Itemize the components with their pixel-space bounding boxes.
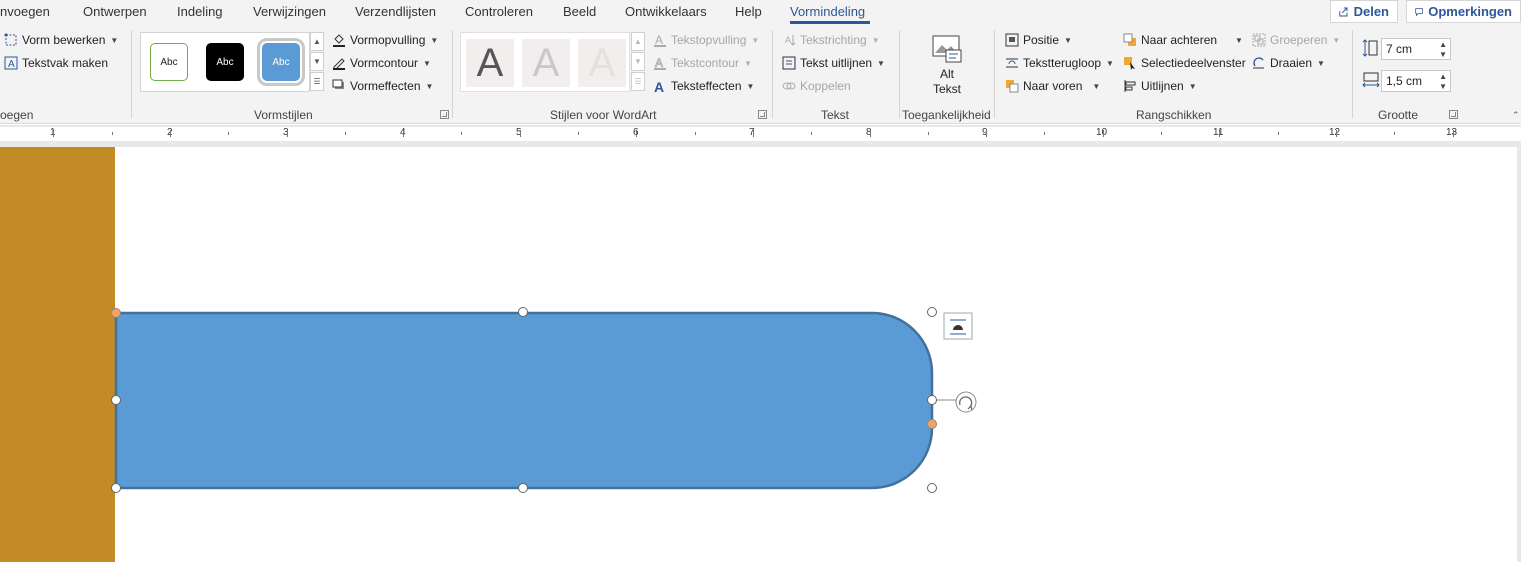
resize-handle bbox=[927, 483, 937, 493]
selected-shape[interactable] bbox=[0, 0, 1521, 562]
resize-handle bbox=[111, 308, 121, 318]
rounded-rectangle-shape bbox=[114, 311, 934, 490]
resize-handle bbox=[111, 483, 121, 493]
layout-options-icon bbox=[943, 312, 973, 340]
resize-handle bbox=[111, 395, 121, 405]
rotate-handle-icon bbox=[955, 391, 977, 413]
resize-handle bbox=[927, 307, 937, 317]
resize-handle bbox=[518, 483, 528, 493]
resize-handle bbox=[518, 307, 528, 317]
resize-handle bbox=[927, 395, 937, 405]
adjust-handle bbox=[927, 419, 937, 429]
